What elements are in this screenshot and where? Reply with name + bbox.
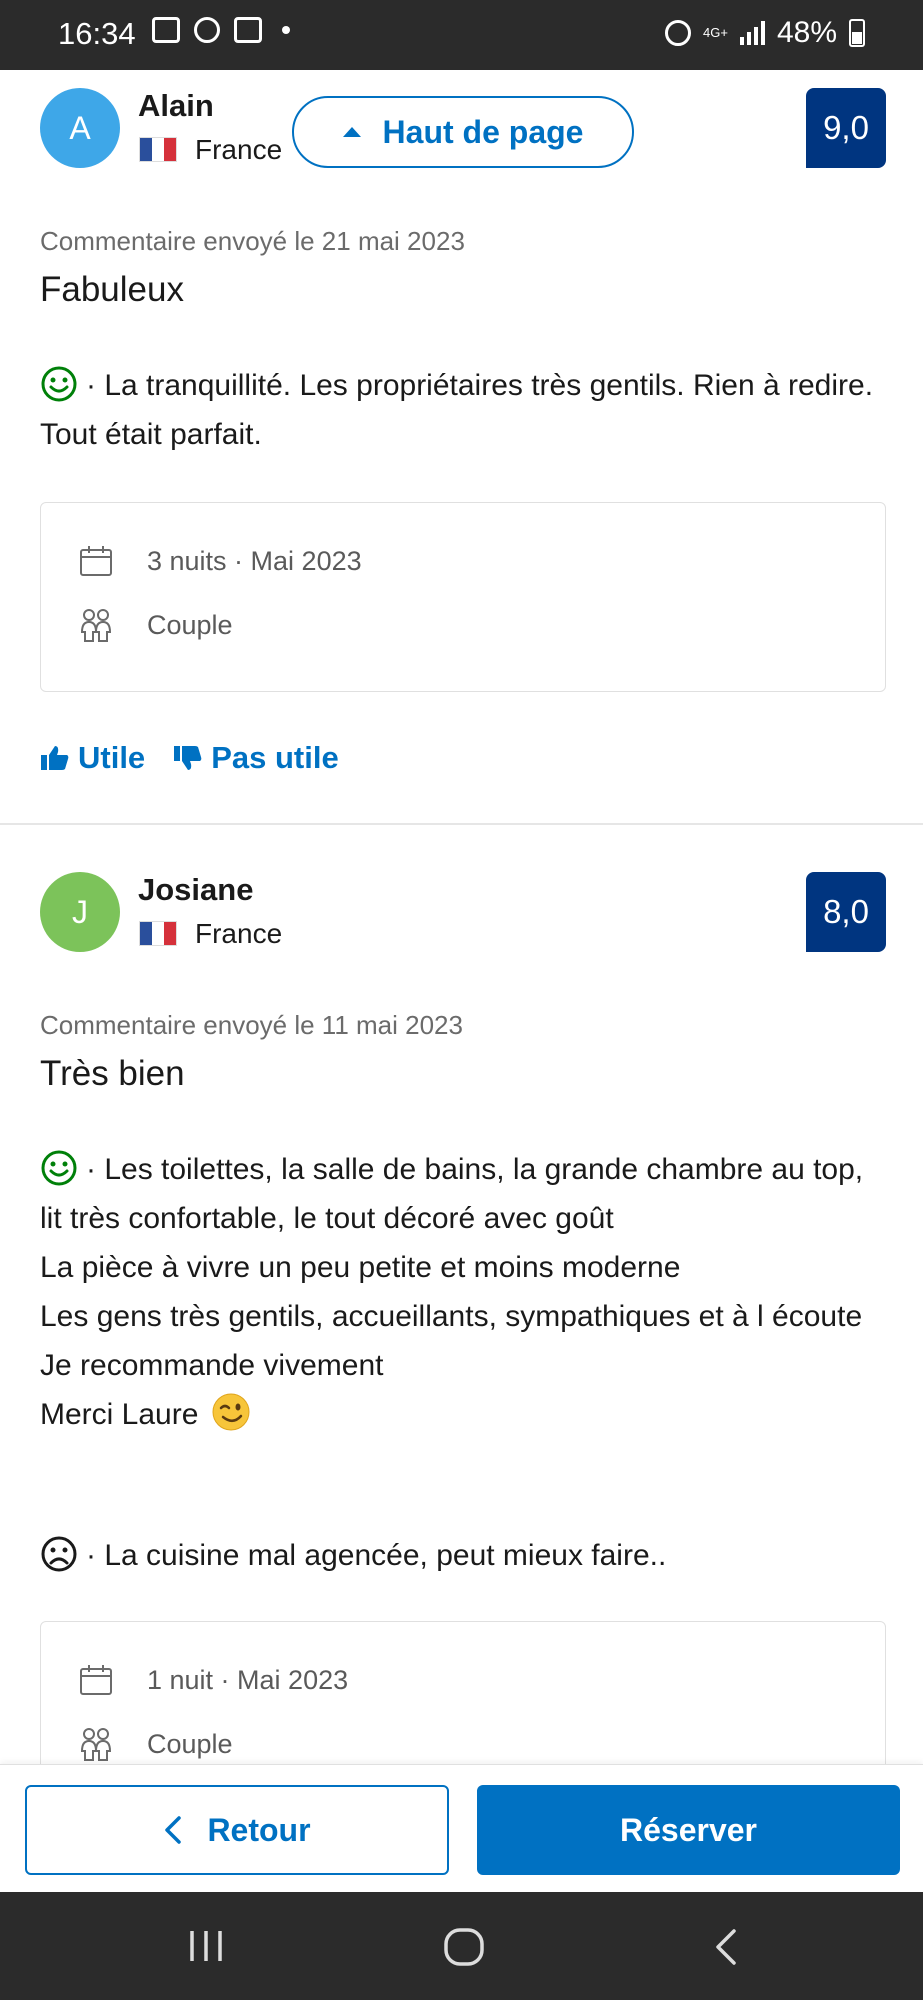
traveler-type-text: Couple [147,1728,233,1759]
back-button[interactable]: Retour [25,1785,449,1875]
reviewer-name: Josiane [138,872,254,907]
chevron-left-icon [165,1816,182,1844]
review-card: J Josiane France 8,0 Commentaire envoyé … [0,0,923,1811]
comment-line: · Les toilettes, la salle de bains, la g… [40,1145,890,1243]
france-flag-icon [139,921,177,946]
comment-line: Je recommande vivement [40,1349,384,1382]
negative-text: · La cuisine mal agencée, peut mieux fai… [86,1539,667,1572]
winking-face-icon [212,1393,250,1431]
traveler-type: Couple [79,1727,233,1761]
positive-text: · Les toilettes, la salle de bains, la g… [40,1153,864,1235]
avatar: J [40,872,120,952]
avatar-initial: J [72,893,88,930]
review-title: Très bien [40,1054,185,1093]
back-to-top-button[interactable]: Haut de page [292,96,634,168]
comment-line: Merci Laure [40,1390,890,1439]
home-icon[interactable] [443,1927,485,1967]
score-badge: 8,0 [806,872,886,952]
negative-comment: · La cuisine mal agencée, peut mieux fai… [40,1531,890,1580]
comment-line: Les gens très gentils, accueillants, sym… [40,1300,863,1333]
recent-apps-icon[interactable] [186,1927,226,1965]
reviewer-country: France [195,918,283,949]
bottom-action-bar: Retour Réserver [0,1764,923,1892]
stay-duration: 1 nuit · Mai 2023 [79,1664,348,1696]
back-nav-icon[interactable] [710,1927,740,1967]
book-button[interactable]: Réserver [477,1785,900,1875]
positive-comment: · Les toilettes, la salle de bains, la g… [40,1145,890,1439]
book-label: Réserver [620,1811,757,1848]
review-date: Commentaire envoyé le 11 mai 2023 [40,1010,463,1040]
caret-up-icon [342,127,361,137]
sad-face-icon [41,1536,77,1572]
back-label: Retour [207,1811,311,1848]
couple-icon [80,1728,112,1761]
comment-line-text: Merci Laure [40,1398,199,1431]
back-to-top-label: Haut de page [382,113,584,150]
smiley-icon [41,1150,77,1186]
stay-duration-text: 1 nuit · Mai 2023 [147,1664,349,1695]
system-nav-bar [0,1892,923,2000]
calendar-icon [80,1665,112,1695]
comment-line: La pièce à vivre un peu petite et moins … [40,1251,681,1284]
